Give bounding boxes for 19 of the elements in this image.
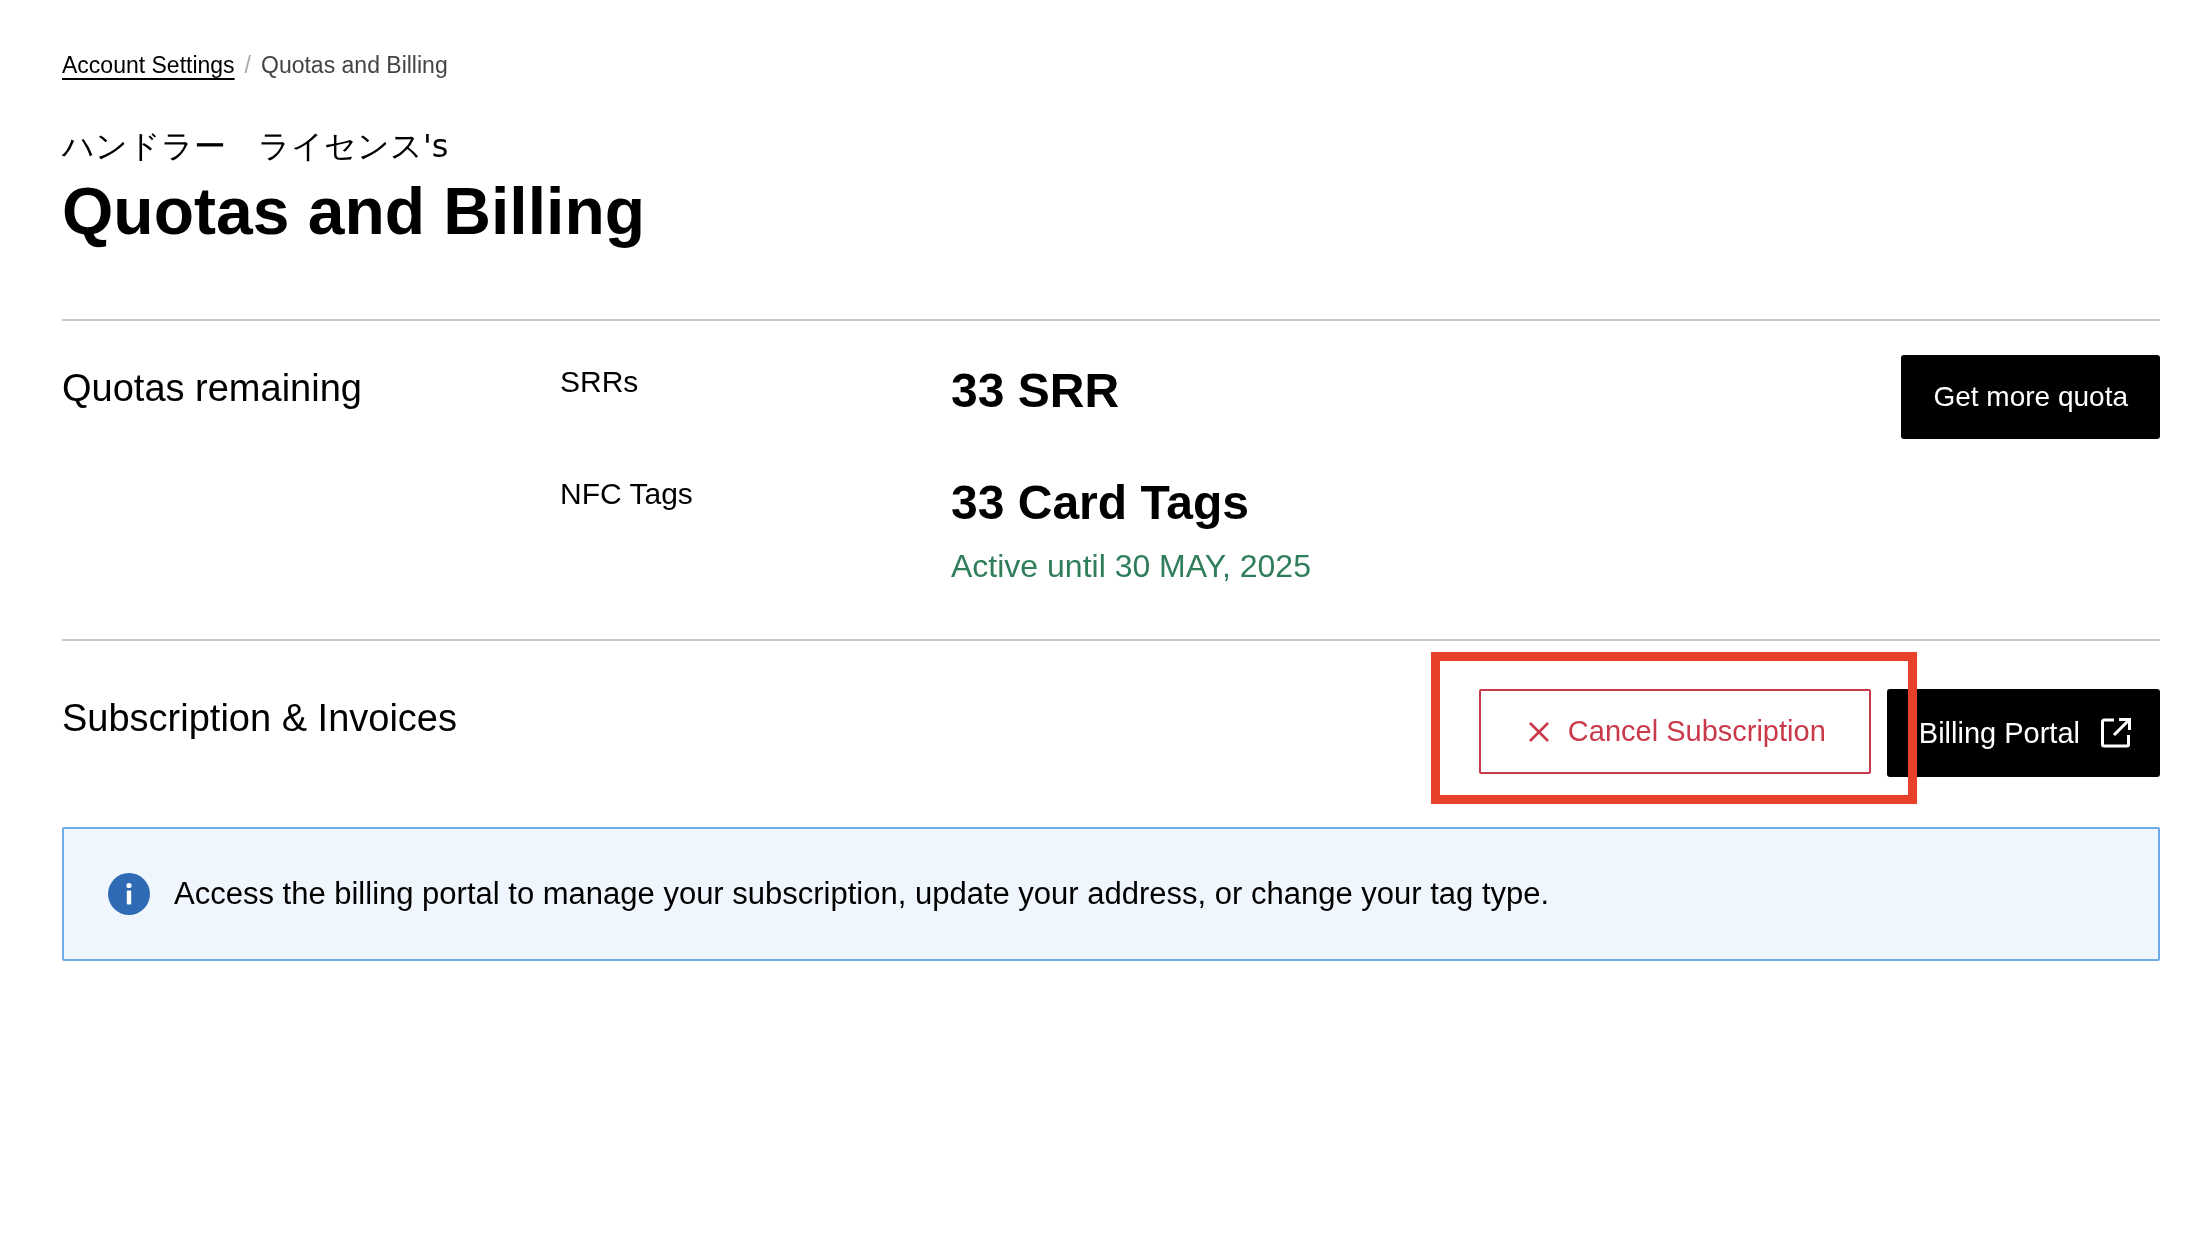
billing-portal-button[interactable]: Billing Portal: [1886, 689, 2160, 777]
quota-value: 33 SRR: [951, 363, 1121, 418]
quota-value: 33 Card Tags: [951, 475, 1250, 530]
close-icon: [1527, 720, 1550, 743]
page-subtitle: ハンドラー ライセンス's: [62, 126, 450, 167]
breadcrumb-separator: /: [244, 52, 251, 79]
section-heading: Subscription & Invoices: [62, 696, 458, 740]
quota-label: SRRs: [560, 364, 640, 399]
external-link-icon: [2100, 717, 2132, 749]
breadcrumb-current: Quotas and Billing: [261, 52, 448, 79]
cancel-subscription-button[interactable]: Cancel Subscription: [1478, 689, 1871, 774]
info-icon: [108, 873, 150, 915]
breadcrumb-link[interactable]: Account Settings: [62, 52, 235, 79]
page-title: Quotas and Billing: [62, 173, 646, 249]
quota-label: NFC Tags: [560, 476, 694, 511]
section-heading: Quotas remaining: [62, 366, 363, 410]
info-message: Access the billing portal to manage your subscription, update your address, or change your tag type.: [174, 876, 1550, 912]
get-more-quota-button[interactable]: Get more quota: [1901, 355, 2160, 439]
active-until-text: Active until 30 MAY, 2025: [951, 548, 1312, 585]
